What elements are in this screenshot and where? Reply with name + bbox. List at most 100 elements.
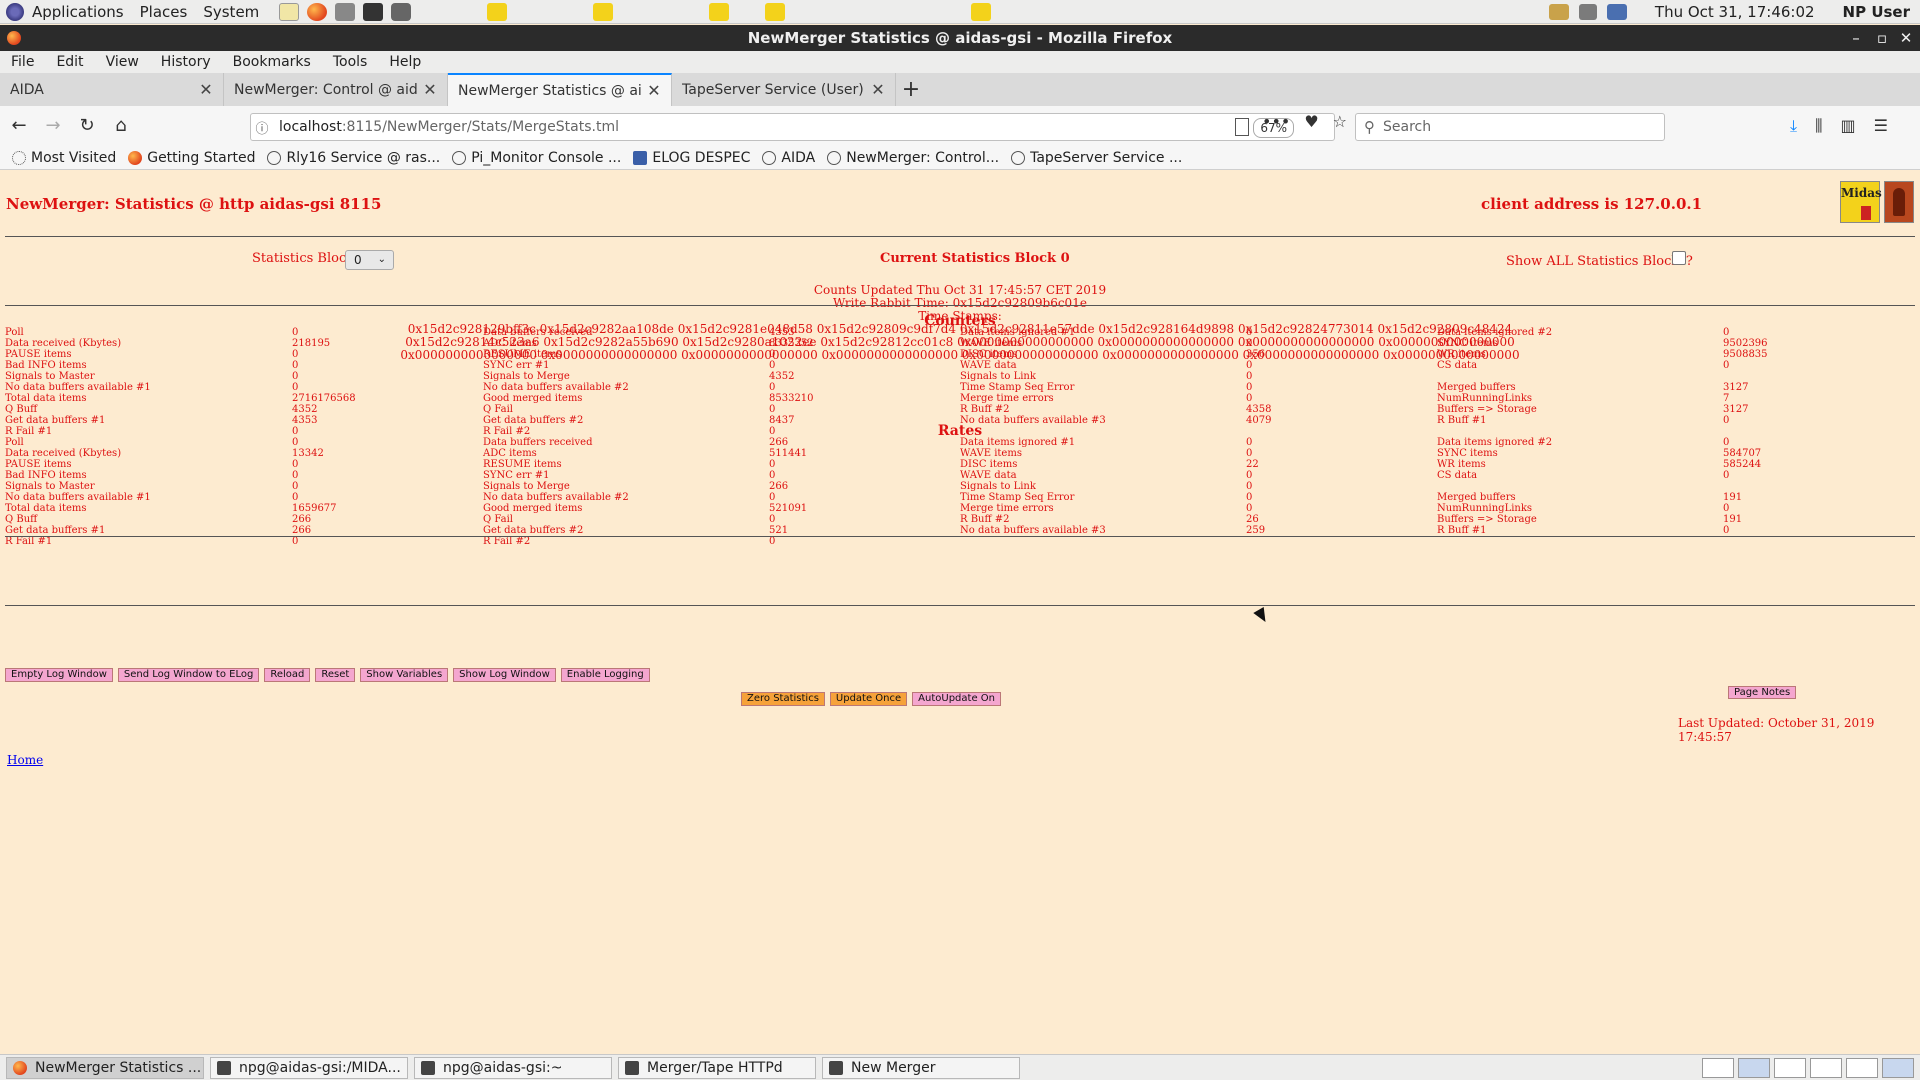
stat-label: No data buffers available #2	[483, 492, 629, 503]
maximize-icon[interactable]: ▫	[1870, 25, 1894, 51]
bookmark-tapeserver-service[interactable]: TapeServer Service ...	[1011, 150, 1182, 166]
workspace-button[interactable]	[1882, 1058, 1914, 1078]
tab-strip: AIDA ✕ NewMerger: Control @ aidas ✕ NewM…	[0, 73, 1920, 106]
stat-label: Data buffers received	[483, 437, 593, 448]
terminal-launcher-icon[interactable]	[363, 2, 384, 21]
taskbar-item[interactable]: npg@aidas-gsi:~	[414, 1056, 612, 1079]
hamburger-menu-icon[interactable]: ☰	[1874, 116, 1888, 136]
midas-launcher-icon[interactable]	[765, 2, 786, 21]
bookmark-elog-despec[interactable]: ELOG DESPEC	[633, 150, 750, 166]
bookmark-getting-started[interactable]: Getting Started	[128, 150, 255, 166]
menu-edit[interactable]: Edit	[45, 54, 94, 70]
tab-newmerger-statistics[interactable]: NewMerger Statistics @ aida ✕	[448, 73, 672, 106]
bookmark-star-icon[interactable]: ☆	[1333, 112, 1347, 131]
home-icon[interactable]: ⌂	[106, 112, 136, 140]
page-notes-button[interactable]: Page Notes	[1728, 686, 1797, 699]
update-once-button[interactable]: Update Once	[829, 692, 908, 706]
taskbar-item[interactable]: NewMerger Statistics ...	[6, 1056, 204, 1079]
system-menu[interactable]: System	[195, 3, 267, 21]
text-editor-launcher-icon[interactable]	[279, 2, 300, 21]
midas-launcher-icon[interactable]	[709, 2, 730, 21]
stat-label: Bad INFO items	[5, 360, 87, 371]
show-all-checkbox[interactable]	[1672, 251, 1686, 265]
stat-label: SYNC items	[1437, 338, 1498, 349]
home-link[interactable]: Home	[7, 753, 43, 767]
bookmark-most-visited[interactable]: Most Visited	[12, 150, 116, 166]
bookmark-aida[interactable]: AIDA	[762, 150, 815, 166]
close-icon[interactable]: ✕	[1894, 25, 1918, 51]
menu-help[interactable]: Help	[378, 54, 432, 70]
clock[interactable]: Thu Oct 31, 17:46:02	[1655, 3, 1815, 21]
menu-bar: File Edit View History Bookmarks Tools H…	[0, 51, 1920, 73]
site-info-icon[interactable]: ⓘ	[251, 118, 273, 137]
firefox-launcher-icon[interactable]	[307, 2, 328, 21]
menu-bookmarks[interactable]: Bookmarks	[222, 54, 322, 70]
updates-icon[interactable]	[1548, 4, 1569, 20]
pocket-icon[interactable]: ♥	[1304, 112, 1318, 131]
taskbar-label: npg@aidas-gsi:~	[443, 1059, 563, 1076]
search-input[interactable]: ⚲ Search	[1355, 113, 1665, 141]
camera-launcher-icon[interactable]	[391, 2, 412, 21]
user-menu[interactable]: NP User	[1843, 3, 1910, 21]
autoupdate-button[interactable]: AutoUpdate On	[912, 692, 1001, 706]
tab-aida[interactable]: AIDA ✕	[0, 73, 224, 106]
applications-logo-icon[interactable]	[6, 2, 24, 21]
close-tab-icon[interactable]: ✕	[199, 80, 213, 99]
reset-button[interactable]: Reset	[315, 668, 356, 682]
window-titlebar: NewMerger Statistics @ aidas-gsi - Mozil…	[0, 25, 1920, 51]
show-variables-button[interactable]: Show Variables	[360, 668, 449, 682]
url-bar[interactable]: ⓘ localhost:8115/NewMerger/Stats/MergeSt…	[250, 113, 1335, 141]
menu-file[interactable]: File	[0, 54, 45, 70]
taskbar-item[interactable]: npg@aidas-gsi:/MIDA...	[210, 1056, 408, 1079]
workspace-button[interactable]	[1774, 1058, 1806, 1078]
menu-tools[interactable]: Tools	[322, 54, 379, 70]
stat-label: Q Buff	[5, 404, 38, 415]
forward-icon[interactable]: →	[38, 112, 68, 140]
midas-launcher-icon[interactable]	[593, 2, 614, 21]
send-log-to-elog-button[interactable]: Send Log Window to ELog	[117, 668, 260, 682]
bookmark-newmerger-control[interactable]: NewMerger: Control...	[827, 150, 999, 166]
library-icon[interactable]: ⫼	[1815, 116, 1822, 136]
empty-log-window-button[interactable]: Empty Log Window	[5, 668, 113, 682]
table-row: Poll 0 Data buffers received 4353 Data items…	[5, 327, 1915, 338]
new-tab-button[interactable]: +	[896, 73, 926, 106]
workspace-button[interactable]	[1846, 1058, 1878, 1078]
close-tab-icon[interactable]: ✕	[871, 80, 885, 99]
minimize-icon[interactable]: –	[1844, 25, 1868, 51]
network-icon[interactable]	[1606, 4, 1627, 20]
calculator-launcher-icon[interactable]	[335, 2, 356, 21]
back-icon[interactable]: ←	[4, 112, 34, 140]
show-log-window-button[interactable]: Show Log Window	[453, 668, 556, 682]
stat-value: 4352	[292, 404, 318, 415]
bookmark-rly16-service[interactable]: Rly16 Service @ ras...	[267, 150, 440, 166]
workspace-button[interactable]	[1810, 1058, 1842, 1078]
bookmark-pi-monitor[interactable]: Pi_Monitor Console ...	[452, 150, 621, 166]
volume-icon[interactable]	[1578, 4, 1597, 20]
reader-view-icon[interactable]	[1235, 118, 1249, 136]
midas-launcher-icon[interactable]	[487, 2, 508, 21]
downloads-icon[interactable]: ⤓	[1790, 116, 1797, 136]
tab-tapeserver-service[interactable]: TapeServer Service (User) @ ✕	[672, 73, 896, 106]
menu-view[interactable]: View	[95, 54, 150, 70]
workspace-button[interactable]	[1738, 1058, 1770, 1078]
reload-button[interactable]: Reload	[264, 668, 311, 682]
enable-logging-button[interactable]: Enable Logging	[560, 668, 650, 682]
reload-icon[interactable]: ↻	[72, 112, 102, 140]
midas-launcher-icon[interactable]	[971, 2, 992, 21]
places-menu[interactable]: Places	[132, 3, 196, 21]
taskbar-item[interactable]: New Merger	[822, 1056, 1020, 1079]
menu-history[interactable]: History	[150, 54, 222, 70]
statistics-block-select[interactable]: 0 ⌄	[345, 250, 394, 270]
taskbar-item[interactable]: Merger/Tape HTTPd	[618, 1056, 816, 1079]
workspace-button[interactable]	[1702, 1058, 1734, 1078]
stat-label: Time Stamp Seq Error	[960, 382, 1075, 393]
applications-menu[interactable]: Applications	[24, 3, 132, 21]
sidebar-icon[interactable]: ▥	[1840, 116, 1855, 136]
close-tab-icon[interactable]: ✕	[423, 80, 437, 99]
page-actions-menu-icon[interactable]: •••	[1262, 112, 1290, 131]
stat-label: WAVE items	[960, 338, 1022, 349]
client-address: client address is 127.0.0.1	[1481, 195, 1703, 213]
close-tab-icon[interactable]: ✕	[647, 81, 661, 100]
zero-statistics-button[interactable]: Zero Statistics	[741, 692, 825, 706]
tab-newmerger-control[interactable]: NewMerger: Control @ aidas ✕	[224, 73, 448, 106]
